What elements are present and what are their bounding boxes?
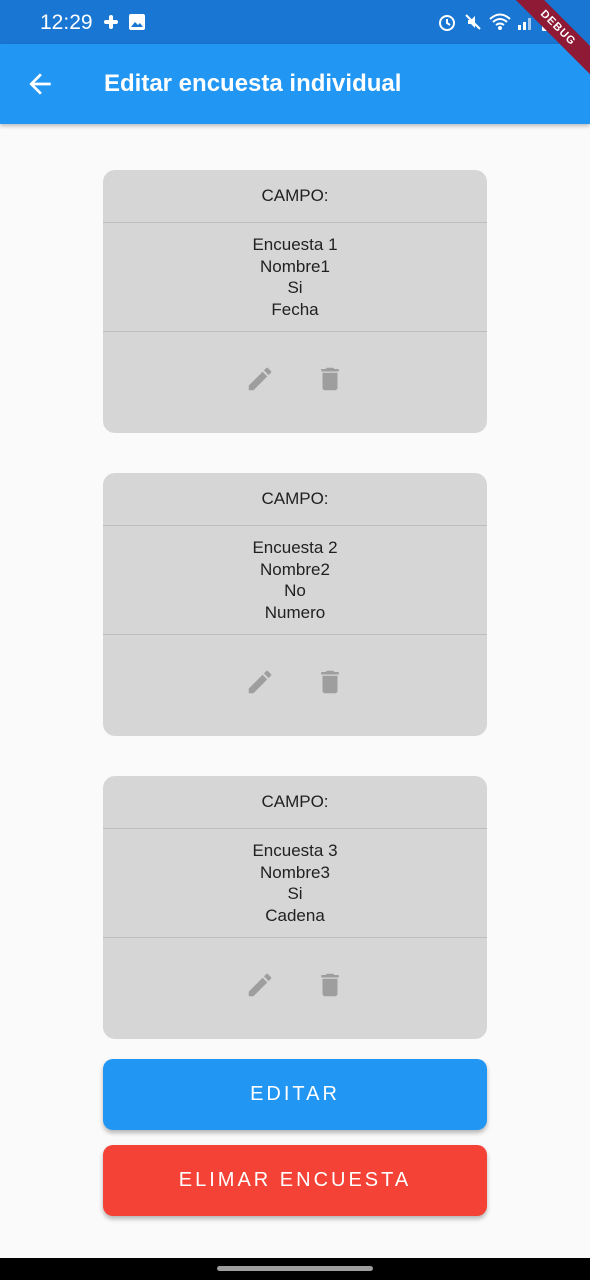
card-line: Numero — [264, 602, 326, 622]
card-actions — [103, 332, 487, 432]
card-line: Nombre2 — [260, 559, 330, 579]
card-header: CAMPO: — [103, 170, 487, 223]
pencil-icon[interactable] — [245, 970, 275, 1000]
slack-icon — [104, 15, 118, 29]
card-line: Si — [287, 884, 303, 903]
edit-button[interactable]: EDITAR — [103, 1059, 487, 1130]
card-header: CAMPO: — [103, 473, 487, 526]
wifi-icon — [489, 13, 511, 30]
trash-icon[interactable] — [315, 364, 345, 394]
status-time: 12:29 — [40, 11, 93, 34]
survey-card: CAMPO: Encuesta 1 Nombre1 Si Fecha — [103, 170, 487, 433]
alarm-icon — [439, 15, 455, 31]
mute-icon — [465, 14, 481, 30]
card-line: Fecha — [271, 299, 319, 319]
card-line: Cadena — [265, 905, 325, 925]
card-body: Encuesta 2 Nombre2 No Numero — [103, 526, 487, 635]
card-body: Encuesta 3 Nombre3 Si Cadena — [103, 829, 487, 938]
pencil-icon[interactable] — [245, 667, 275, 697]
card-line: Encuesta 1 — [252, 235, 338, 254]
image-icon — [129, 14, 145, 30]
card-actions — [103, 635, 487, 735]
delete-survey-button[interactable]: ELIMAR ENCUESTA — [103, 1145, 487, 1216]
survey-card: CAMPO: Encuesta 3 Nombre3 Si Cadena — [103, 776, 487, 1039]
card-actions — [103, 938, 487, 1038]
card-line: Si — [287, 278, 303, 297]
card-line: Encuesta 3 — [252, 841, 338, 860]
navigation-bar — [0, 1258, 590, 1280]
page-title: Editar encuesta individual — [104, 70, 402, 97]
pencil-icon[interactable] — [245, 364, 275, 394]
card-line: Nombre3 — [260, 862, 330, 882]
card-body: Encuesta 1 Nombre1 Si Fecha — [103, 223, 487, 332]
survey-card: CAMPO: Encuesta 2 Nombre2 No Numero — [103, 473, 487, 736]
card-header: CAMPO: — [103, 776, 487, 829]
card-line: No — [284, 581, 306, 600]
app-bar: Editar encuesta individual — [0, 44, 590, 124]
card-line: Encuesta 2 — [252, 538, 338, 557]
arrow-back-icon[interactable] — [24, 68, 56, 100]
card-line: Nombre1 — [260, 256, 330, 276]
status-bar: 12:29 — [0, 0, 590, 44]
trash-icon[interactable] — [315, 970, 345, 1000]
trash-icon[interactable] — [315, 667, 345, 697]
home-indicator[interactable] — [217, 1266, 373, 1271]
